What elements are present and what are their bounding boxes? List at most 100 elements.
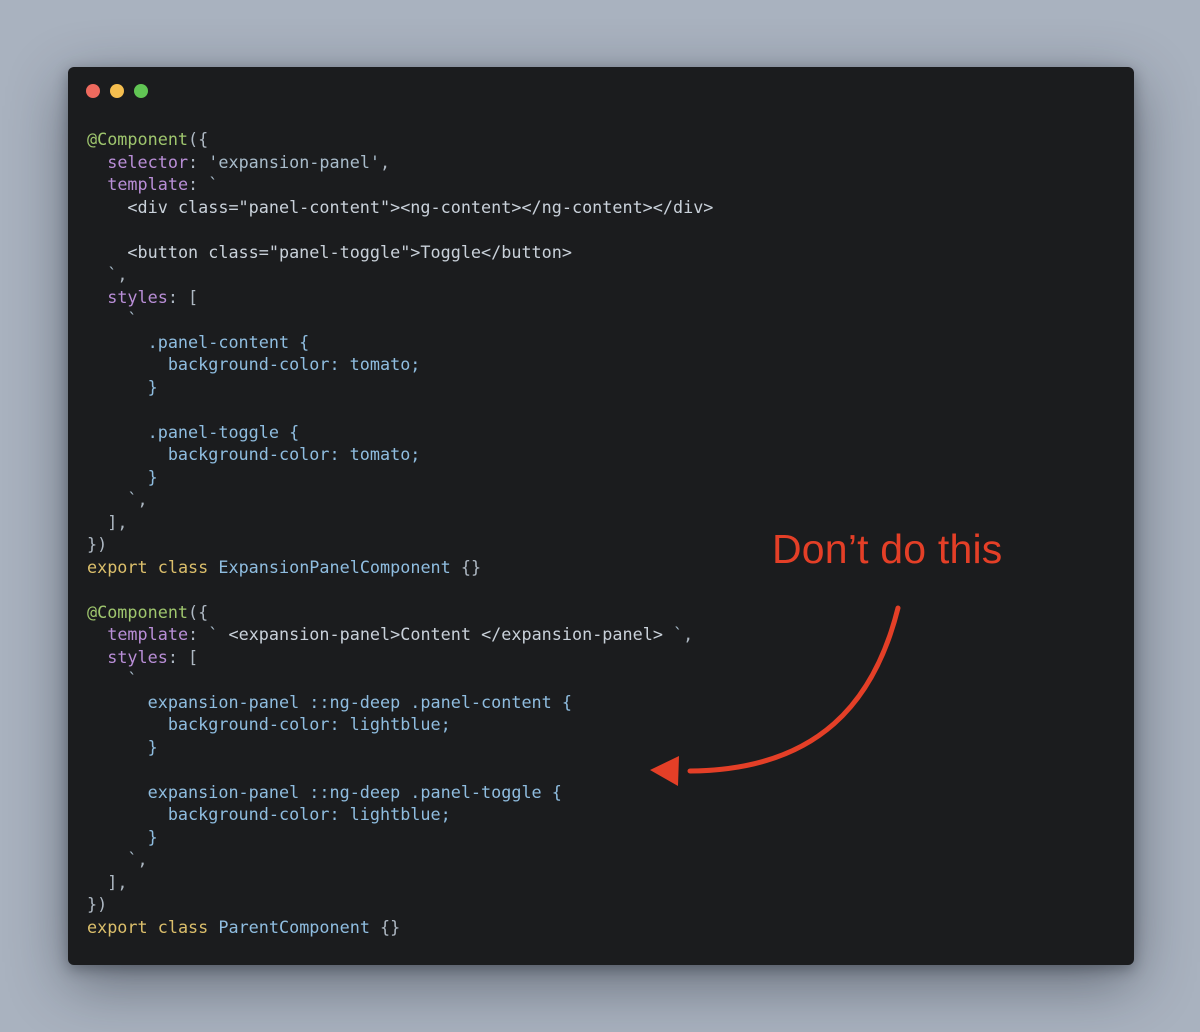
code-line: styles: [: [87, 646, 713, 669]
code-token: .panel-content {: [147, 331, 310, 352]
code-token: 'expansion-panel': [208, 151, 381, 172]
code-token: `: [662, 624, 684, 644]
code-block: @Component({ selector: 'expansion-panel'…: [87, 128, 713, 938]
code-line: <div class="panel-content"><ng-content><…: [87, 196, 713, 219]
code-token: ExpansionPanelComponent: [218, 556, 451, 577]
code-line: selector: 'expansion-panel',: [87, 151, 713, 174]
code-token: expansion-panel ::ng-deep .panel-content…: [147, 691, 572, 712]
code-token: `: [127, 309, 138, 329]
code-token: ],: [107, 871, 128, 892]
code-line: ],: [87, 511, 713, 534]
code-line: ​: [87, 578, 713, 601]
code-line: @Component({: [87, 601, 713, 624]
code-token: }: [147, 826, 158, 847]
code-line: }: [87, 826, 713, 849]
code-token: }: [147, 736, 158, 757]
code-line: template: ` <expansion-panel>Content </e…: [87, 623, 713, 646]
code-token: template: [107, 174, 189, 194]
code-token: {}: [450, 556, 482, 577]
code-line: `,: [87, 263, 713, 286]
code-token: class: [157, 916, 209, 937]
zoom-window-button[interactable]: [134, 84, 148, 98]
close-window-button[interactable]: [86, 84, 100, 98]
code-token: ,: [137, 849, 148, 869]
code-token: background-color: tomato;: [167, 444, 421, 464]
code-line: @Component({: [87, 128, 713, 151]
code-token: ],: [107, 511, 128, 532]
code-token: `: [127, 849, 138, 869]
code-line: background-color: lightblue;: [87, 713, 713, 736]
code-token: styles: [107, 646, 168, 667]
code-token: :: [188, 624, 209, 644]
code-line: }: [87, 736, 713, 759]
code-token: export: [87, 916, 148, 937]
code-token: background-color: lightblue;: [167, 804, 451, 824]
code-token: export: [87, 556, 148, 577]
code-token: <button class="panel-toggle">Toggle</but…: [127, 241, 572, 262]
code-token: background-color: tomato;: [167, 354, 421, 374]
code-token: expansion-panel ::ng-deep .panel-toggle …: [147, 781, 562, 802]
code-token: class: [157, 556, 209, 577]
code-token: styles: [107, 286, 168, 307]
code-token: ({: [188, 129, 209, 149]
code-line: ​: [87, 218, 713, 241]
code-line: `: [87, 308, 713, 331]
window-controls: [86, 84, 148, 98]
code-line: ],: [87, 871, 713, 894]
code-token: :: [188, 151, 209, 172]
code-token: ,: [117, 264, 128, 284]
code-token: template: [107, 624, 189, 644]
code-token: <expansion-panel>Content </expansion-pan…: [228, 624, 663, 644]
code-token: : [: [167, 286, 199, 307]
code-line: background-color: lightblue;: [87, 803, 713, 826]
code-token: ,: [380, 151, 391, 172]
code-line: styles: [: [87, 286, 713, 309]
code-line: background-color: tomato;: [87, 443, 713, 466]
code-token: @Component: [87, 129, 189, 149]
code-token: {}: [369, 916, 401, 937]
code-token: `: [208, 174, 219, 194]
minimize-window-button[interactable]: [110, 84, 124, 98]
code-line: ​: [87, 758, 713, 781]
code-line: `,: [87, 848, 713, 871]
code-token: .panel-toggle {: [147, 421, 300, 442]
code-line: }): [87, 533, 713, 556]
code-window: @Component({ selector: 'expansion-panel'…: [68, 67, 1134, 965]
code-line: }: [87, 376, 713, 399]
code-token: : [: [167, 646, 199, 667]
code-token: }): [87, 534, 108, 554]
code-line: template: `: [87, 173, 713, 196]
code-token: }: [147, 376, 158, 397]
code-token: }): [87, 894, 108, 914]
code-line: background-color: tomato;: [87, 353, 713, 376]
code-token: :: [188, 174, 209, 194]
code-token: `: [208, 624, 229, 644]
code-token: }: [147, 466, 158, 487]
code-line: expansion-panel ::ng-deep .panel-toggle …: [87, 781, 713, 804]
code-token: ,: [137, 489, 148, 509]
